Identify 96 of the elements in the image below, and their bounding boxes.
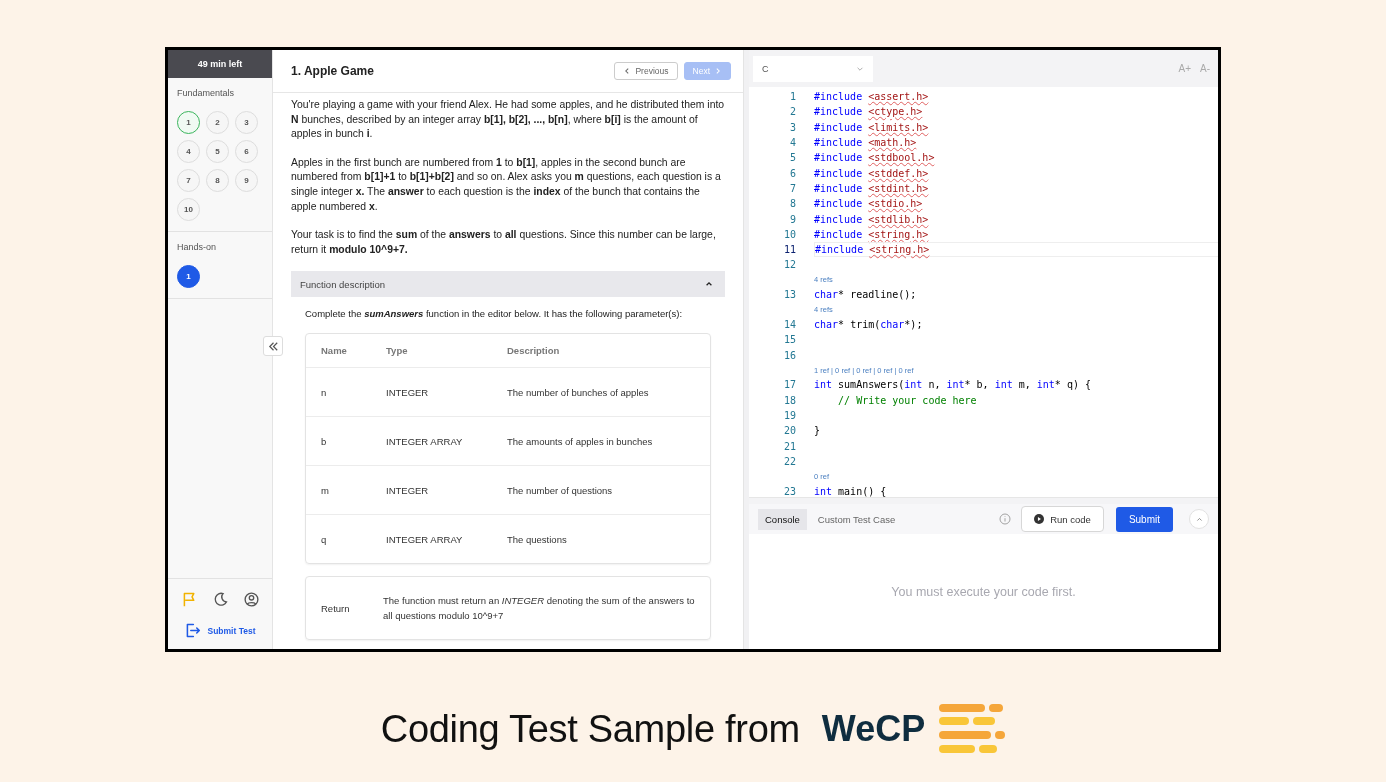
play-icon [1034,514,1045,524]
logo-icon [939,704,1006,754]
line-number: 10 [782,228,797,240]
problem-paragraph: Apples in the first bunch are numbered from 1 to b[1], apples in the second bunch are numbered from b[1]+1 to b[1]+b[2] and so on. Alex asks you m questions, each question is a single integer x. The answer to each question is the index of the bunch that contains the apple numbered x. [291,155,722,214]
code-line: char* readline(); [814,288,918,303]
line-number: 4 [788,137,797,149]
code-line: #include <stdint.h> [814,181,930,196]
problem-paragraph: Your task is to find the sum of the answers to all questions. Since this number can be large, return it modulo 10^9+7. [291,228,717,257]
code-line: #include <stddef.h> [814,166,930,181]
line-number: 7 [788,182,797,194]
question-button[interactable]: 2 [206,111,229,134]
question-button[interactable]: 9 [235,169,258,192]
submit-test-link[interactable]: Submit Test [184,622,256,639]
code-line: #include <math.h> [814,136,918,151]
table-cell-text: The questions [507,533,568,545]
function-description-header[interactable]: Function description [291,271,725,298]
code-line: } [814,424,822,439]
return-label: Return [321,601,351,616]
collapse-button[interactable] [263,336,283,356]
info-icon[interactable] [999,513,1012,525]
question-button[interactable]: 4 [177,140,200,163]
resize-handle[interactable] [749,497,1218,504]
line-number: 18 [782,394,797,406]
caption-text: Coding Test Sample from [380,707,800,751]
line-number: 20 [782,425,797,437]
code-line: #include <stdlib.h> [814,212,930,227]
line-number: 14 [782,319,797,330]
problem-paragraph: You're playing a game with your friend Alex. He had some apples, and he distributed them into N bunches, described by an integer array b[1], b[2], ..., b[n], where b[i] is the amount of apples in bunch i. [291,98,725,142]
line-number: 6 [788,167,797,179]
line-number: 9 [788,213,797,225]
line-number: 23 [782,485,797,497]
chevron-right-icon [714,67,722,75]
question-button[interactable]: 1 [177,111,200,134]
table-cell-text: INTEGER ARRAY [386,533,464,545]
console-tab[interactable]: Console [758,508,807,530]
question-title: 1. Apple Game [291,64,374,78]
line-number: 21 [782,440,797,452]
code-line: #include <string.h> [814,227,930,242]
question-button[interactable]: 8 [206,169,229,192]
column-header: Type [386,345,409,357]
table-cell-text: n [321,386,328,398]
line-number: 15 [782,334,797,346]
line-number: 22 [782,455,797,467]
line-number: 2 [788,106,797,118]
table-cell-text: INTEGER ARRAY [386,435,464,447]
table-cell-text: q [321,533,328,545]
code-line: #include <stdio.h> [814,197,924,212]
code-line: #include <stdbool.h> [814,151,936,166]
table-cell-text: The amounts of apples in bunches [507,435,654,447]
column-header: Name [321,345,348,357]
line-number: 19 [782,410,797,421]
return-text: The function must return an INTEGER denoting the sum of the answers to all questions modulo 10^9+7 [383,594,695,624]
question-button[interactable]: 10 [177,198,200,221]
line-number: 3 [788,121,797,133]
console-message: You must execute your code first. [891,584,1076,599]
column-header: Description [507,345,561,357]
table-cell-text: m [321,484,330,496]
question-button[interactable]: 1 [177,265,200,288]
question-button[interactable]: 7 [177,169,200,192]
function-intro: Complete the sumAnswers function in the editor below. It has the following parameter(s): [305,307,684,322]
line-number: 12 [782,259,797,271]
code-line: int sumAnswers(int n, int* b, int m, int* q) { [814,378,1092,393]
language-select[interactable]: C [753,55,873,82]
submit-button[interactable]: Submit [1115,506,1173,532]
previous-button[interactable]: Previous [614,62,678,80]
question-button[interactable]: 3 [235,111,258,134]
line-number: 16 [782,349,797,361]
line-number: 1 [788,91,797,103]
code-line: int main() { [814,484,888,497]
section-title: Fundamentals [177,88,236,98]
section-title: Hands-on [177,242,218,252]
code-line: #include <assert.h> [814,90,930,105]
table-cell-text: The number of bunches of apples [507,386,650,398]
line-number: 11 [782,244,797,256]
console-tab[interactable]: Custom Test Case [810,508,903,530]
code-line: #include <ctype.h> [814,105,924,120]
line-number: 17 [782,379,797,391]
run-code-button[interactable]: Run code [1021,506,1104,532]
table-cell-text: INTEGER [386,386,430,398]
question-button[interactable]: 5 [206,140,229,163]
user-icon[interactable] [242,591,260,608]
table-cell-text: INTEGER [386,484,430,496]
exit-icon [184,622,202,639]
line-number: 13 [782,289,797,301]
table-cell-text: b [321,435,328,447]
timer: 49 min left [168,50,272,78]
chevron-up-icon [1195,515,1203,523]
question-button[interactable]: 6 [235,140,258,163]
line-number: 8 [788,198,797,210]
code-line: char* trim(char*); [814,318,924,332]
code-line: // Write your code here [837,393,978,408]
table-cell-text: The number of questions [507,484,614,496]
line-number: 5 [788,152,797,164]
brand-name: WeCP [821,708,926,750]
code-line: #include <limits.h> [814,120,930,135]
code-line: #include <string.h> [814,242,1218,258]
